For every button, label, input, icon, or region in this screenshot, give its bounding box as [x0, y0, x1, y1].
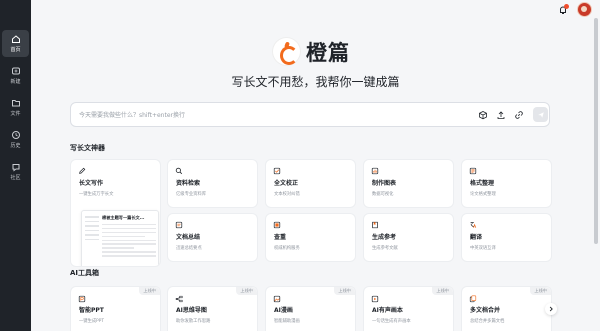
status-badge: 上线中 [432, 287, 453, 295]
upload-icon[interactable] [496, 110, 506, 120]
card-desc: 一句话生成有声画本 [372, 319, 411, 324]
card-desc: 亿级专业资料库 [176, 192, 207, 197]
card-desc: 总结合并多篇文档 [470, 319, 505, 324]
community-icon [12, 164, 19, 172]
sidebar-item-label: 文件 [10, 111, 21, 117]
card-desc: 文本校对纠错 [274, 192, 300, 197]
section-title-long-writing: 写长文神器 [70, 144, 105, 152]
document-preview-image: 棉被主题写一篇长文... [81, 210, 159, 266]
card-title: 全文校正 [274, 180, 299, 187]
sidebar-item-home[interactable]: 首页 [2, 30, 29, 57]
merge-docs-icon [469, 295, 477, 303]
card-translate[interactable]: 翻译 中英双语互译 [461, 213, 552, 262]
brand-name: 橙篇 [306, 41, 350, 65]
status-badge: 上线中 [236, 287, 257, 295]
sidebar-item-community[interactable]: 社区 [2, 158, 29, 185]
sidebar-item-label: 历史 [10, 143, 21, 149]
card-title: AI思维导图 [176, 307, 207, 314]
card-desc: 数据可视化 [372, 192, 394, 197]
card-title: 文档总结 [176, 234, 201, 241]
card-long-writing[interactable]: 长文写作 一键生成万字长文 棉被主题写一篇长文... [70, 159, 161, 267]
card-desc: 中英双语互译 [470, 246, 496, 251]
card-plagiarism-check[interactable]: 查重 权威机构服务 [265, 213, 356, 262]
section-title-ai-tools: AI工具箱 [70, 269, 100, 277]
slogan: 写长文不用愁，我帮你一键成篇 [231, 75, 400, 89]
avatar[interactable] [577, 2, 592, 17]
send-icon [537, 111, 544, 118]
card-summary[interactable]: 文档总结 迅速总结要点 [167, 213, 258, 262]
brand-logo [273, 38, 300, 65]
history-icon [11, 131, 20, 139]
tool-ai-audio-book[interactable]: 上线中 AI有声画本 一句话生成有声画本 [363, 286, 454, 331]
card-title: 翻译 [470, 234, 483, 241]
prompt-box [70, 102, 550, 127]
sidebar-item-history[interactable]: 历史 [2, 126, 29, 153]
card-title: 智能PPT [79, 307, 104, 314]
card-desc: 权威机构服务 [274, 246, 300, 251]
tool-merge-docs[interactable]: 上线中 多文档合并 总结合并多篇文档 [461, 286, 552, 331]
chart-icon [371, 167, 379, 175]
preview-title: 棉被主题写一篇长文... [102, 215, 145, 220]
sidebar-item-files[interactable]: 文件 [2, 94, 29, 121]
card-title: 查重 [274, 234, 287, 241]
plagiarism-check-icon [273, 221, 281, 229]
tool-ai-mindmap[interactable]: 上线中 AI思维导图 助你发散工作思路 [167, 286, 258, 331]
card-title: 制作图表 [372, 180, 397, 187]
cube-icon[interactable] [478, 110, 488, 120]
card-chart[interactable]: 制作图表 数据可视化 [363, 159, 454, 208]
card-desc: 智能辅助漫画 [274, 319, 300, 324]
summary-icon [175, 221, 183, 229]
format-icon [469, 167, 477, 175]
sidebar-item-label: 首页 [10, 47, 21, 53]
tool-smart-ppt[interactable]: 上线中 智能PPT 一键生成PPT [70, 286, 161, 331]
card-reference[interactable]: 生成参考 生成参考文献 [363, 213, 454, 262]
folder-icon [11, 100, 20, 107]
sidebar-item-label: 社区 [10, 175, 21, 181]
notification-badge [564, 4, 569, 9]
card-title: 资料检索 [176, 180, 201, 187]
card-research[interactable]: 资料检索 亿级专业资料库 [167, 159, 258, 208]
card-desc: 一键生成PPT [79, 319, 104, 324]
card-title: 生成参考 [372, 234, 397, 241]
sidebar: 首页 新建 文件 历史 社区 [0, 0, 31, 331]
translate-icon [470, 222, 477, 228]
card-title: 多文档合并 [470, 307, 501, 314]
card-title: AI漫画 [274, 307, 293, 314]
status-badge: 上线中 [334, 287, 355, 295]
carousel-next-button[interactable] [545, 303, 557, 315]
card-desc: 论文格式整理 [470, 192, 496, 197]
audio-book-icon [371, 295, 379, 303]
card-proofread[interactable]: 全文校正 文本校对纠错 [265, 159, 356, 208]
tool-ai-comic[interactable]: 上线中 AI漫画 智能辅助漫画 [265, 286, 356, 331]
search-icon [175, 167, 183, 175]
home-icon [11, 35, 20, 43]
send-button[interactable] [533, 107, 548, 122]
card-title: 长文写作 [79, 180, 104, 187]
card-desc: 迅速总结要点 [176, 246, 202, 251]
pen-icon [79, 167, 86, 174]
reference-icon [372, 221, 378, 229]
link-icon[interactable] [514, 110, 524, 120]
ppt-icon [78, 295, 86, 303]
card-title: AI有声画本 [372, 307, 403, 314]
card-desc: 助你发散工作思路 [176, 319, 211, 324]
comic-icon [273, 295, 281, 303]
card-title: 格式整理 [470, 180, 495, 187]
status-badge: 上线中 [139, 287, 160, 295]
status-badge: 上线中 [530, 287, 551, 295]
mindmap-icon [175, 295, 183, 303]
proofread-icon [273, 167, 281, 175]
prompt-input[interactable] [79, 109, 469, 121]
card-desc: 生成参考文献 [372, 246, 398, 251]
scrollbar[interactable] [594, 18, 598, 244]
card-desc: 一键生成万字长文 [79, 192, 114, 197]
chevron-right-icon [549, 306, 553, 312]
card-format[interactable]: 格式整理 论文格式整理 [461, 159, 552, 208]
